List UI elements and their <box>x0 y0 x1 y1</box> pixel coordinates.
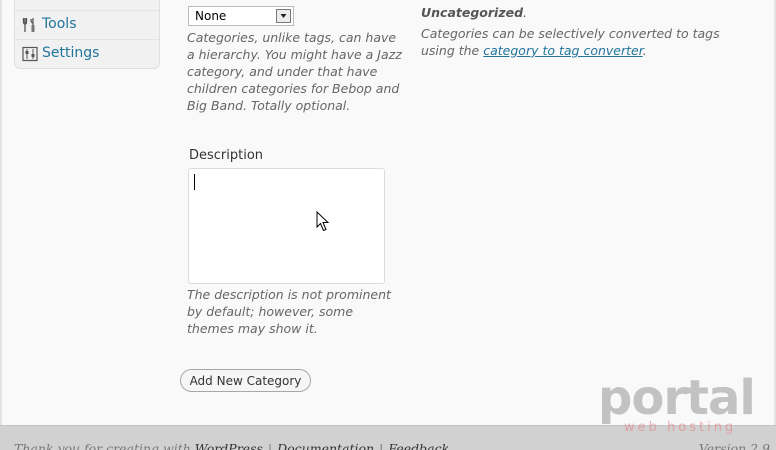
tools-icon <box>22 18 35 32</box>
page-left-border <box>0 0 2 425</box>
sidebar-item-settings[interactable]: Settings <box>15 39 159 68</box>
add-new-category-button[interactable]: Add New Category <box>180 369 311 392</box>
documentation-link[interactable]: Documentation <box>277 441 374 450</box>
footer-thank-you: Thank you for creating with <box>14 441 191 450</box>
dropdown-arrow-button[interactable] <box>276 9 291 23</box>
mouse-pointer-icon <box>316 211 330 232</box>
partial-menu-icon <box>22 0 36 2</box>
chevron-down-icon <box>280 14 287 18</box>
uncategorized-label: Uncategorized <box>421 5 524 20</box>
portal-watermark-logo: portal web hosting <box>598 370 756 440</box>
parent-category-help-text: Categories, unlike tags, can have a hier… <box>187 30 402 113</box>
parent-category-select[interactable]: None <box>188 6 294 26</box>
sidebar-item-tools[interactable]: Tools <box>15 10 159 39</box>
uncategorized-note: Uncategorized. <box>421 5 528 20</box>
watermark-word: portal <box>598 370 756 426</box>
feedback-link[interactable]: Feedback <box>388 441 449 450</box>
footer-separator: | <box>267 441 273 450</box>
wordpress-link[interactable]: WordPress <box>195 441 263 450</box>
watermark-subtitle: web hosting <box>624 420 737 435</box>
admin-sidebar-menu: Tools Settings <box>14 0 160 69</box>
description-help-text: The description is not prominent by defa… <box>187 287 391 336</box>
footer-separator: | <box>379 441 384 450</box>
settings-icon <box>22 46 38 62</box>
text-caret <box>194 174 195 190</box>
description-textarea[interactable] <box>188 168 385 284</box>
admin-page: Tools Settings None Categories, unlike t… <box>0 0 776 450</box>
footer-credits: Thank you for creating with WordPress | Do… <box>14 441 449 450</box>
parent-category-selected-value: None <box>195 9 227 23</box>
category-to-tag-converter-link[interactable]: category to tag converter <box>483 43 642 58</box>
version-text: Version 2.9 <box>698 441 770 450</box>
sidebar-item-label: Tools <box>42 16 77 32</box>
tag-converter-text-end: . <box>642 42 647 58</box>
sidebar-item-label: Settings <box>42 45 100 61</box>
description-label: Description <box>189 148 264 163</box>
tag-converter-help-text: Categories can be selectively converted … <box>421 26 751 60</box>
